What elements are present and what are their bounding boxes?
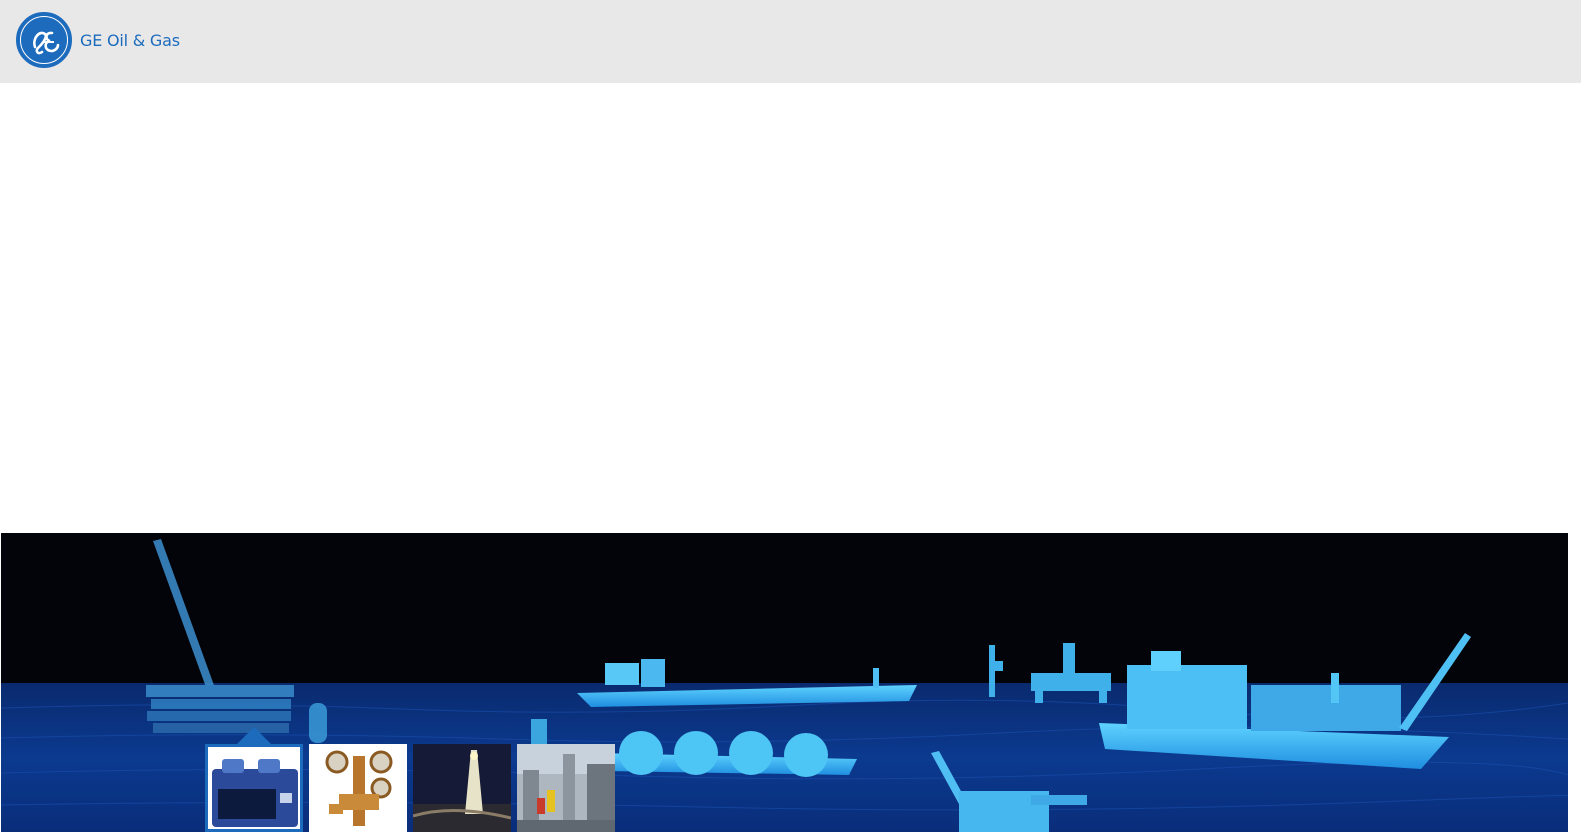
- processing-plant-image: [517, 744, 615, 832]
- content-area: [0, 83, 1581, 533]
- site-header: GE Oil & Gas: [0, 0, 1581, 83]
- active-thumb-pointer: [237, 727, 271, 744]
- carousel-thumb-drilling-rig[interactable]: [413, 744, 511, 832]
- carousel-thumb-gas-analyzer[interactable]: [205, 744, 303, 832]
- carousel-thumb-pressure-regulator[interactable]: [309, 744, 407, 832]
- carousel-thumb-processing-plant[interactable]: [517, 744, 615, 832]
- gas-analyzer-image: [208, 747, 300, 829]
- ge-monogram-icon: [16, 12, 72, 68]
- home-logo-link[interactable]: GE Oil & Gas: [16, 12, 180, 68]
- thumbnail-carousel: [205, 744, 621, 832]
- drilling-rig-image: [413, 744, 511, 832]
- brand-name: GE Oil & Gas: [80, 30, 180, 50]
- pressure-regulator-image: [309, 744, 407, 832]
